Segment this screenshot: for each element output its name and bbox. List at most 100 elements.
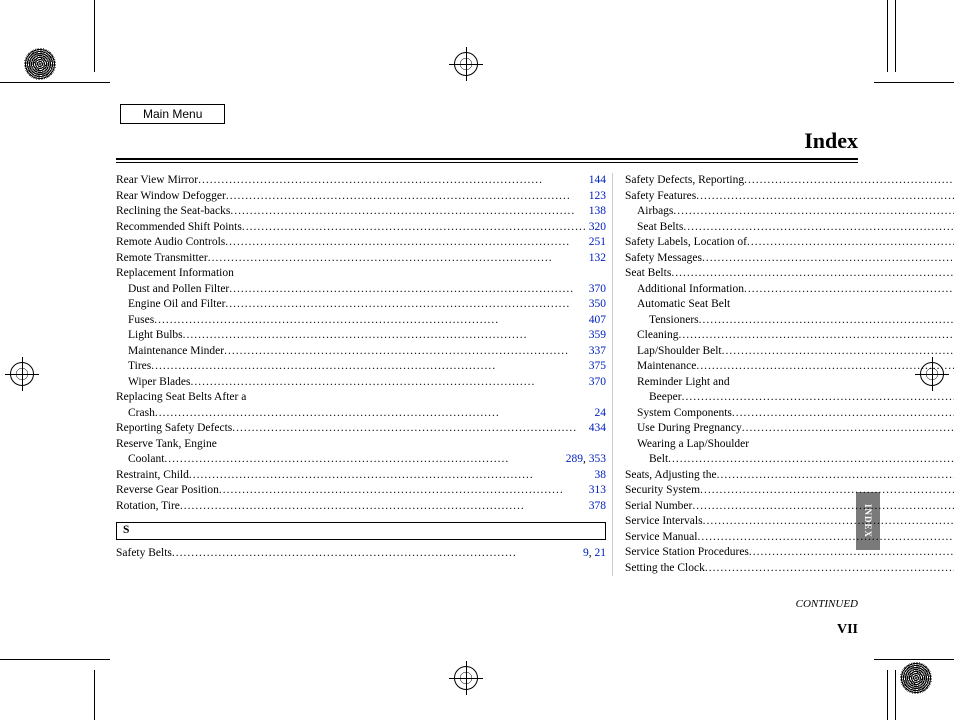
index-entry-label: Coolant [128, 452, 164, 468]
index-entry: Safety Labels, Location of57 [625, 235, 954, 251]
index-entry-label: Wearing a Lap/Shoulder [637, 437, 749, 453]
divider [116, 162, 858, 163]
index-entry: Seat Belts9, 21 [625, 266, 954, 282]
index-entry-label: Replacement Information [116, 266, 234, 282]
leader-dots [744, 282, 954, 298]
page-link[interactable]: 251 [589, 236, 606, 248]
leader-dots [668, 452, 954, 468]
page-link[interactable]: 313 [589, 484, 606, 496]
index-column-1: Rear View Mirror144Rear Window Defogger1… [116, 173, 612, 576]
index-entry: Maintenance Minder337 [116, 344, 606, 360]
leader-dots [671, 266, 954, 282]
index-entry: Serial Number416 [625, 499, 954, 515]
leader-dots [189, 468, 593, 484]
index-entry: Automatic Seat Belt [625, 297, 954, 313]
index-entry: Reporting Safety Defects434 [116, 421, 606, 437]
page-link[interactable]: 370 [589, 283, 606, 295]
index-entry-label: Beeper [649, 390, 682, 406]
page-link[interactable]: 38 [594, 469, 606, 481]
page-link[interactable]: 9 [583, 547, 589, 559]
index-entry: Remote Transmitter 132 [116, 251, 606, 267]
index-entry-pages: 289, 353 [564, 452, 606, 468]
index-entry-label: Safety Features [625, 189, 696, 205]
leader-dots [154, 313, 587, 329]
index-entry: Fuses 407 [116, 313, 606, 329]
page-link[interactable]: 289 [566, 453, 583, 465]
index-entry: Dust and Pollen Filter370 [116, 282, 606, 298]
page-link[interactable]: 320 [589, 221, 606, 233]
index-entry: Wiper Blades370 [116, 375, 606, 391]
index-entry: Remote Audio Controls251 [116, 235, 606, 251]
page-link[interactable]: 144 [589, 174, 606, 186]
index-entry-label: Reclining the Seat-backs [116, 204, 230, 220]
index-entry: Seat Belts9 [625, 220, 954, 236]
index-entry: Belt17, 22 [625, 452, 954, 468]
index-entry: Rear Window Defogger 123 [116, 189, 606, 205]
page-link[interactable]: 24 [594, 407, 606, 419]
index-entry-label: Maintenance [637, 359, 696, 375]
index-entry-label: Remote Transmitter [116, 251, 208, 267]
leader-dots [232, 421, 586, 437]
page-link[interactable]: 370 [589, 376, 606, 388]
page-link[interactable]: 21 [594, 547, 606, 559]
leader-dots [683, 220, 954, 236]
index-entry-pages: 251 [587, 235, 606, 251]
page-content: Index Rear View Mirror144Rear Window Def… [116, 128, 858, 630]
page-link[interactable]: 434 [589, 422, 606, 434]
leader-dots [172, 546, 581, 562]
index-entry-label: Rear Window Defogger [116, 189, 226, 205]
index-entry-label: Fuses [128, 313, 154, 329]
index-entry-label: Service Manual [625, 530, 698, 546]
leader-dots [696, 359, 954, 375]
page-link[interactable]: 350 [589, 298, 606, 310]
page-link[interactable]: 138 [589, 205, 606, 217]
leader-dots [229, 282, 586, 298]
index-entry-pages: 350 [587, 297, 606, 313]
leader-dots [705, 561, 954, 577]
leader-dots [703, 514, 954, 530]
index-entry: Reclining the Seat-backs 138 [116, 204, 606, 220]
index-entry: Reserve Tank, Engine [116, 437, 606, 453]
index-columns: Rear View Mirror144Rear Window Defogger1… [116, 173, 858, 576]
crop-mark [94, 0, 95, 72]
leader-dots [225, 297, 586, 313]
page-link[interactable]: 123 [589, 190, 606, 202]
crop-mark [887, 670, 888, 720]
registration-mark-icon [454, 52, 478, 76]
index-entry-pages: 407 [587, 313, 606, 329]
index-entry-label: Safety Belts [116, 546, 172, 562]
index-entry: Safety Defects, Reporting434 [625, 173, 954, 189]
index-entry: Restraint, Child38 [116, 468, 606, 484]
page-title: Index [116, 128, 858, 158]
ornament-icon [24, 48, 56, 80]
leader-dots [190, 375, 586, 391]
index-entry-label: Additional Information [637, 282, 744, 298]
page-number: VII [837, 622, 858, 638]
page-link[interactable]: 375 [589, 360, 606, 372]
leader-dots [692, 499, 954, 515]
leader-dots [226, 189, 587, 205]
page-link[interactable]: 407 [589, 314, 606, 326]
page-link[interactable]: 353 [589, 453, 606, 465]
crop-mark [874, 82, 954, 83]
page-link[interactable]: 378 [589, 500, 606, 512]
leader-dots [722, 344, 954, 360]
leader-dots [682, 390, 954, 406]
index-entry-pages: 378 [587, 499, 606, 515]
registration-mark-icon [454, 666, 478, 690]
crop-mark [94, 670, 95, 720]
index-entry: Light Bulbs359 [116, 328, 606, 344]
index-entry: Rotation, Tire378 [116, 499, 606, 515]
index-entry-label: Lap/Shoulder Belt [637, 344, 722, 360]
crop-mark [895, 670, 896, 720]
page-link[interactable]: 337 [589, 345, 606, 357]
page-link[interactable]: 132 [589, 252, 606, 264]
index-entry: Service Station Procedures285 [625, 545, 954, 561]
page-link[interactable]: 359 [589, 329, 606, 341]
crop-mark [874, 659, 954, 660]
index-entry-pages: 123 [587, 189, 606, 205]
index-entry: Reminder Light and [625, 375, 954, 391]
index-entry-label: Serial Number [625, 499, 692, 515]
index-entry-label: Tires [128, 359, 151, 375]
main-menu-button[interactable]: Main Menu [120, 104, 225, 124]
